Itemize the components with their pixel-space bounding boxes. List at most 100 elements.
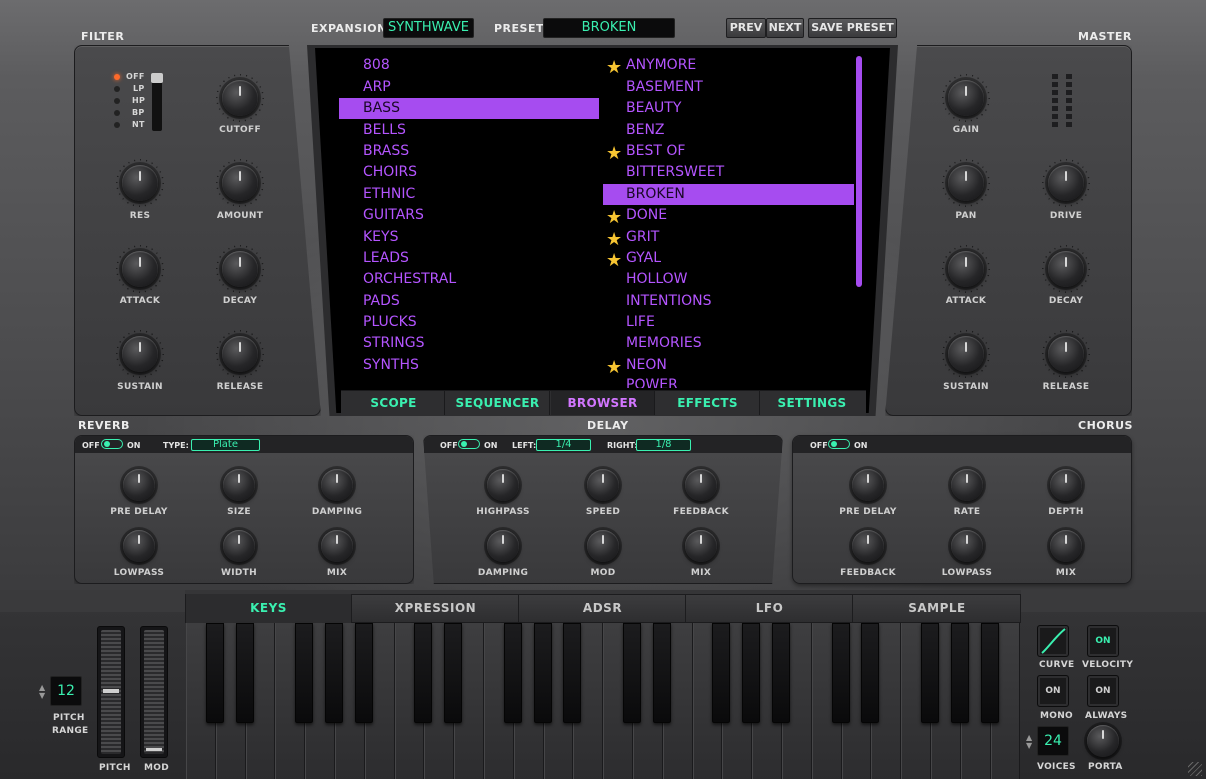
category-item[interactable]: ETHNIC	[361, 184, 599, 205]
filter-attack-knob[interactable]	[122, 251, 158, 287]
curve-button[interactable]	[1037, 625, 1069, 657]
chorus-rate-knob[interactable]	[951, 469, 983, 501]
gain-knob[interactable]	[948, 80, 984, 116]
black-key[interactable]	[950, 623, 969, 723]
tab-settings[interactable]: SETTINGS	[761, 391, 863, 415]
preset-item[interactable]: ANYMORE	[626, 55, 854, 76]
black-key[interactable]	[205, 623, 224, 723]
category-item[interactable]: BELLS	[361, 120, 599, 141]
chorus-depth-knob[interactable]	[1050, 469, 1082, 501]
star-icon[interactable]: ★	[606, 207, 622, 228]
tab-adsr[interactable]: ADSR	[520, 594, 686, 623]
black-key[interactable]	[414, 623, 433, 723]
chorus-toggle[interactable]	[828, 439, 850, 449]
delay-mix-knob[interactable]	[685, 530, 717, 562]
chorus-predelay-knob[interactable]	[852, 469, 884, 501]
black-key[interactable]	[563, 623, 582, 723]
filter-sustain-knob[interactable]	[122, 336, 158, 372]
preset-item[interactable]: BASEMENT	[626, 77, 854, 98]
cutoff-knob[interactable]	[222, 80, 258, 116]
tab-scope[interactable]: SCOPE	[343, 391, 445, 415]
mod-wheel[interactable]	[144, 630, 164, 754]
delay-highpass-knob[interactable]	[487, 469, 519, 501]
category-item[interactable]: 808	[361, 55, 599, 76]
category-item[interactable]: GUITARS	[361, 205, 599, 226]
black-key[interactable]	[325, 623, 343, 723]
star-icon[interactable]: ★	[606, 57, 622, 78]
preset-item[interactable]: MEMORIES	[626, 333, 854, 354]
black-key[interactable]	[980, 623, 999, 723]
chorus-mix-knob[interactable]	[1050, 530, 1082, 562]
filter-release-knob[interactable]	[222, 336, 258, 372]
delay-toggle[interactable]	[458, 439, 480, 449]
preset-item[interactable]: BITTERSWEET	[626, 162, 854, 183]
preset-item[interactable]: HOLLOW	[626, 269, 854, 290]
category-item[interactable]: BRASS	[361, 141, 599, 162]
black-key[interactable]	[444, 623, 463, 723]
star-icon[interactable]: ★	[606, 357, 622, 378]
master-sustain-knob[interactable]	[948, 336, 984, 372]
tab-keys[interactable]: KEYS	[186, 594, 352, 623]
velocity-button[interactable]: ON	[1087, 625, 1119, 657]
black-key[interactable]	[772, 623, 790, 723]
reverb-width-knob[interactable]	[223, 530, 255, 562]
reverb-type-select[interactable]: Plate	[191, 439, 260, 451]
category-item-selected[interactable]: BASS	[361, 98, 599, 119]
prev-button[interactable]: PREV	[726, 18, 766, 38]
save-preset-button[interactable]: SAVE PRESET	[808, 18, 897, 38]
reverb-toggle[interactable]	[101, 439, 123, 449]
category-item[interactable]: PLUCKS	[361, 312, 599, 333]
pitch-range-display[interactable]: 12	[50, 676, 82, 706]
filter-type-bp[interactable]: BP	[132, 108, 145, 117]
category-item[interactable]: ARP	[361, 77, 599, 98]
black-key[interactable]	[652, 623, 671, 723]
filter-type-slider-handle[interactable]	[151, 73, 163, 83]
preset-item[interactable]: BEAUTY	[626, 98, 854, 119]
always-button[interactable]: ON	[1087, 675, 1119, 707]
delay-damping-knob[interactable]	[487, 530, 519, 562]
master-release-knob[interactable]	[1048, 336, 1084, 372]
delay-mod-knob[interactable]	[587, 530, 619, 562]
amount-knob[interactable]	[222, 165, 258, 201]
tab-browser[interactable]: BROWSER	[551, 391, 655, 415]
reverb-damping-knob[interactable]	[321, 469, 353, 501]
drive-knob[interactable]	[1048, 165, 1084, 201]
filter-type-lp[interactable]: LP	[133, 84, 145, 93]
black-key[interactable]	[533, 623, 552, 723]
category-item[interactable]: ORCHESTRAL	[361, 269, 599, 290]
black-key[interactable]	[235, 623, 254, 723]
preset-item-selected[interactable]: BROKEN	[626, 184, 854, 205]
preset-item[interactable]: GRIT	[626, 227, 854, 248]
category-item[interactable]: SYNTHS	[361, 355, 599, 376]
category-item[interactable]: CHOIRS	[361, 162, 599, 183]
preset-item[interactable]: NEON	[626, 355, 854, 376]
resize-grip-icon[interactable]	[1188, 762, 1202, 776]
black-key[interactable]	[831, 623, 850, 723]
reverb-predelay-knob[interactable]	[123, 469, 155, 501]
delay-speed-knob[interactable]	[587, 469, 619, 501]
res-knob[interactable]	[122, 165, 158, 201]
next-button[interactable]: NEXT	[766, 18, 804, 38]
black-key[interactable]	[295, 623, 314, 723]
tab-xpression[interactable]: XPRESSION	[353, 594, 519, 623]
star-icon[interactable]: ★	[606, 250, 622, 271]
preset-item[interactable]: DONE	[626, 205, 854, 226]
pitch-range-stepper-icon[interactable]: ▲ ▼	[39, 684, 45, 700]
tab-sequencer[interactable]: SEQUENCER	[446, 391, 550, 415]
delay-left-select[interactable]: 1/4	[536, 439, 591, 451]
preset-item[interactable]: GYAL	[626, 248, 854, 269]
preset-item[interactable]: LIFE	[626, 312, 854, 333]
preset-item[interactable]: POWER	[626, 376, 854, 388]
black-key[interactable]	[742, 623, 761, 723]
black-key[interactable]	[921, 623, 939, 723]
star-icon[interactable]: ★	[606, 143, 622, 164]
tab-sample[interactable]: SAMPLE	[854, 594, 1020, 623]
browser-scrollbar[interactable]	[856, 56, 862, 287]
mono-button[interactable]: ON	[1037, 675, 1069, 707]
preset-display[interactable]: BROKEN	[543, 18, 675, 38]
preset-item[interactable]: INTENTIONS	[626, 291, 854, 312]
voices-display[interactable]: 24	[1037, 726, 1069, 756]
tab-lfo[interactable]: LFO	[687, 594, 853, 623]
reverb-mix-knob[interactable]	[321, 530, 353, 562]
category-item[interactable]: PADS	[361, 291, 599, 312]
